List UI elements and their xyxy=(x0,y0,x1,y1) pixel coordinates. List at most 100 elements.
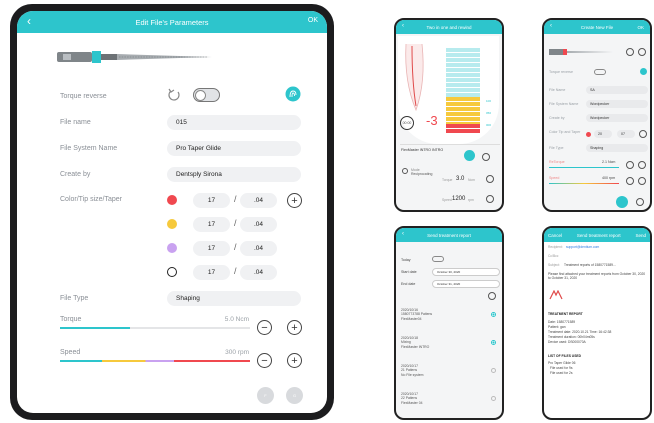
taper-field[interactable]: .04 xyxy=(240,265,277,280)
end-date-input[interactable]: October 31, 2020 xyxy=(432,280,500,288)
color-swatch-none[interactable] xyxy=(167,267,177,277)
subject-label: Subject: xyxy=(548,263,560,267)
file-type-select[interactable]: Shaping xyxy=(586,144,648,152)
tooth-root-icon xyxy=(405,43,424,112)
company-logo-icon xyxy=(549,290,563,300)
torque-label: ReTorque xyxy=(549,160,565,164)
select-radio[interactable] xyxy=(491,368,496,373)
file-type-select[interactable]: Shaping xyxy=(167,291,301,306)
refresh-button[interactable] xyxy=(488,292,496,300)
email-body[interactable]: Please find attached your treatment repo… xyxy=(548,272,648,281)
back-button[interactable]: ‹ xyxy=(402,231,404,237)
tablet-device: ‹ Edit File's Parameters OK Torque rever… xyxy=(10,4,334,420)
speed-increase-button[interactable]: + xyxy=(287,353,302,368)
torque-value: 2.1 Ncm xyxy=(602,160,616,164)
torque-increase-button[interactable] xyxy=(486,175,494,183)
fingerprint-icon[interactable] xyxy=(640,68,647,75)
subject-input[interactable]: Treatment reports of 1580771589... xyxy=(564,263,616,267)
taper-field[interactable]: .04 xyxy=(240,193,277,208)
torque-increase-button[interactable] xyxy=(638,161,646,169)
torque-reverse-toggle[interactable] xyxy=(193,88,220,102)
add-tip-button[interactable] xyxy=(639,130,647,138)
tip-size-field[interactable]: 20 xyxy=(594,130,612,138)
torque-slider[interactable] xyxy=(60,327,250,329)
speed-label: Speed xyxy=(60,349,81,356)
tip-size-field[interactable]: 17 xyxy=(193,265,230,280)
send-button[interactable]: Send xyxy=(635,233,646,238)
create-by-input[interactable]: Dentsply Sirona xyxy=(167,167,301,182)
list-item[interactable]: 2020/10/18 Mixing FlexMaster INTRO xyxy=(401,336,497,349)
create-by-label: Create by xyxy=(60,171,91,178)
torque-reverse-label: Torque reverse xyxy=(60,93,107,100)
report-meta: Treatment date: 2020.10.21 Time: 16:42:3… xyxy=(548,330,612,334)
settings-button[interactable] xyxy=(482,153,490,161)
taper-field[interactable]: .04 xyxy=(240,217,277,232)
file-name-input[interactable]: 015 xyxy=(167,115,301,130)
mode-value: Reciprocating xyxy=(411,172,433,176)
file-system-name-input[interactable]: Wordpecker xyxy=(586,100,648,108)
file-name-label: File name xyxy=(60,119,91,126)
taper-field[interactable]: 07 xyxy=(617,130,635,138)
torque-decrease-button[interactable]: − xyxy=(257,320,272,335)
torque-slider[interactable] xyxy=(549,167,619,168)
cc-bcc-field[interactable]: Cc/Bcc xyxy=(548,254,558,258)
select-radio[interactable] xyxy=(491,396,496,401)
start-date-input[interactable]: October 30, 2020 xyxy=(432,268,500,276)
save-button[interactable] xyxy=(616,196,628,208)
report-meta: Patient: gan xyxy=(548,325,566,329)
tip-size-field[interactable]: 17 xyxy=(193,241,230,256)
list-item[interactable]: 2020/10/17 22 Patiens FlexMaster 04 xyxy=(401,392,497,405)
torque-increase-button[interactable]: + xyxy=(287,320,302,335)
separator: / xyxy=(234,266,237,276)
speed-increase-button[interactable] xyxy=(486,195,494,203)
preset-button-g[interactable]: G xyxy=(286,387,303,404)
color-swatch-yellow[interactable] xyxy=(167,219,177,229)
color-swatch-purple[interactable] xyxy=(167,243,177,253)
select-radio[interactable] xyxy=(491,340,496,345)
back-button[interactable]: ‹ xyxy=(402,23,404,29)
back-button[interactable]: ‹ xyxy=(27,14,31,28)
taper-field[interactable]: .04 xyxy=(240,241,277,256)
today-toggle[interactable] xyxy=(432,256,444,262)
ok-button[interactable]: OK xyxy=(308,17,318,24)
color-swatch-red[interactable] xyxy=(167,195,177,205)
speed-slider[interactable] xyxy=(60,360,250,362)
speed-slider[interactable] xyxy=(549,183,619,184)
color-swatch-red[interactable] xyxy=(586,132,591,137)
cancel-button[interactable]: Cancel xyxy=(548,233,562,238)
report-heading: TREATMENT REPORT xyxy=(548,312,583,316)
tip-size-field[interactable]: 17 xyxy=(193,217,230,232)
speed-label: Speed xyxy=(442,198,452,202)
preset-button-f[interactable]: F xyxy=(257,387,274,404)
tablet-header: ‹ Edit File's Parameters OK xyxy=(17,11,327,33)
file-type-label: File Type xyxy=(60,295,89,302)
back-button[interactable]: ‹ xyxy=(550,23,552,29)
recipient-input[interactable]: support@dentium.com xyxy=(566,245,599,249)
tip-size-field[interactable]: 17 xyxy=(193,193,230,208)
speed-value: 300 rpm xyxy=(225,349,249,356)
phone2-title: Create New File xyxy=(580,24,614,30)
fingerprint-icon[interactable] xyxy=(285,86,301,102)
phone1-title: Two in one and rewind xyxy=(426,24,472,30)
file-system-name-input[interactable]: Pro Taper Glide xyxy=(167,141,301,156)
phone3-title: Send treatment report xyxy=(427,232,471,238)
add-tip-button[interactable]: + xyxy=(287,193,302,208)
file-name-input[interactable]: SA xyxy=(586,86,648,94)
speed-value: 400 rpm xyxy=(602,176,616,180)
tablet-screen: ‹ Edit File's Parameters OK Torque rever… xyxy=(17,11,327,413)
list-item[interactable]: 2020/10/17 21 Patiens No File system xyxy=(401,364,497,377)
speed-decrease-button[interactable] xyxy=(626,177,634,185)
torque-reverse-toggle[interactable] xyxy=(594,69,606,75)
color-tip-taper-label: Color Tip and Taper xyxy=(549,130,581,134)
file-action-button[interactable] xyxy=(464,150,475,161)
speed-increase-button[interactable] xyxy=(638,177,646,185)
camera-button[interactable] xyxy=(626,48,634,56)
list-item[interactable]: 2020/10/16 1580773788 Patiens FlexMaster… xyxy=(401,308,497,321)
delete-button[interactable] xyxy=(636,198,644,206)
gallery-button[interactable] xyxy=(638,48,646,56)
create-by-input[interactable]: Wordpecker xyxy=(586,114,648,122)
select-radio[interactable] xyxy=(491,312,496,317)
speed-decrease-button[interactable]: − xyxy=(257,353,272,368)
torque-decrease-button[interactable] xyxy=(626,161,634,169)
ok-button[interactable]: OK xyxy=(637,25,644,30)
